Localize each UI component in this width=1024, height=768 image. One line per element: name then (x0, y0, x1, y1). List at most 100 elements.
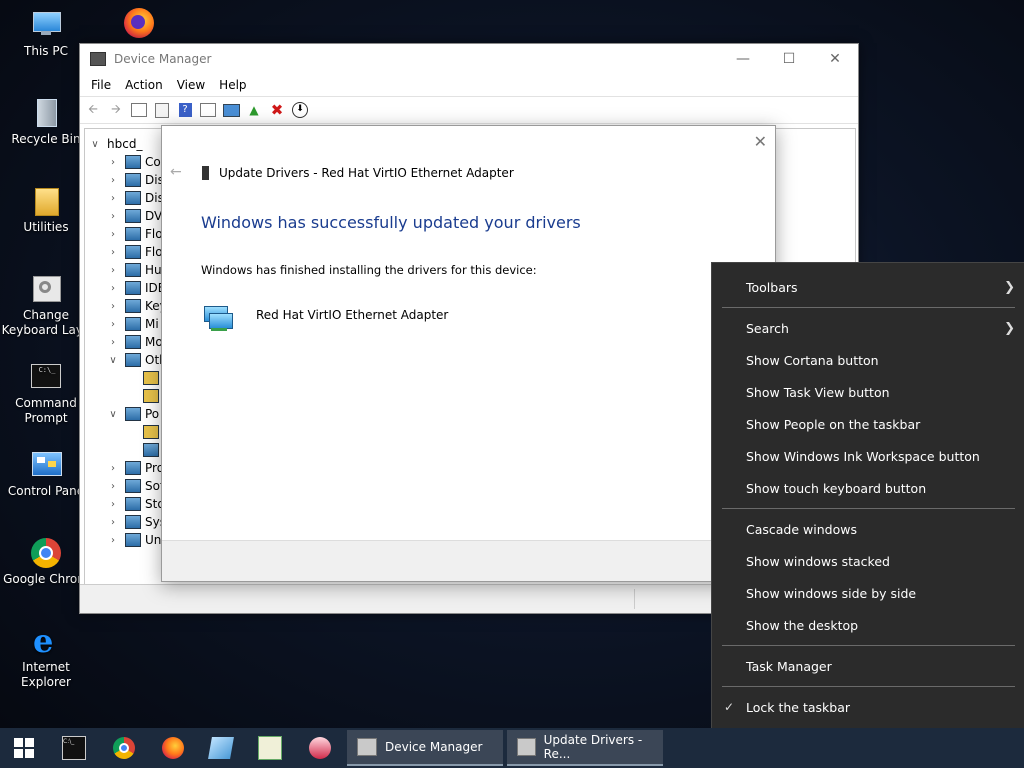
menu-view[interactable]: View (170, 78, 212, 92)
update-driver-icon[interactable]: ▲ (245, 101, 263, 119)
properties-icon[interactable] (153, 101, 171, 119)
start-button[interactable] (0, 728, 48, 768)
menu-item-show-touch-keyboard-button[interactable]: Show touch keyboard button (712, 472, 1024, 504)
chevron-icon[interactable]: › (107, 193, 119, 204)
taskbar-app-4[interactable] (197, 728, 245, 768)
taskbar-app-6[interactable] (296, 728, 344, 768)
tree-item[interactable]: › Mi (107, 315, 159, 333)
taskbar-chrome[interactable] (100, 728, 148, 768)
menu-item-show-windows-stacked[interactable]: Show windows stacked (712, 545, 1024, 577)
tree-item[interactable]: › Co (107, 153, 161, 171)
uninstall-device-icon[interactable]: ✖ (268, 101, 286, 119)
menu-item-show-people-on-the-taskbar[interactable]: Show People on the taskbar (712, 408, 1024, 440)
chevron-right-icon: ❯ (1004, 320, 1015, 336)
chevron-icon[interactable]: › (107, 157, 119, 168)
menu-help[interactable]: Help (212, 78, 253, 92)
menu-item-show-task-view-button[interactable]: Show Task View button (712, 376, 1024, 408)
tree-item[interactable]: › Hu (107, 261, 162, 279)
show-hide-tree-icon[interactable] (130, 101, 148, 119)
tree-item[interactable]: › Flo (107, 243, 163, 261)
menu-item-task-manager[interactable]: Task Manager (712, 650, 1024, 682)
tree-item[interactable] (125, 369, 163, 387)
minimize-button[interactable]: — (720, 44, 766, 74)
tree-item[interactable]: › Dis (107, 171, 164, 189)
menu-item-search[interactable]: Search ❯ (712, 312, 1024, 344)
chevron-icon[interactable]: › (107, 517, 119, 528)
chevron-icon[interactable]: › (107, 481, 119, 492)
taskbar-cmd[interactable]: C:\_ (50, 728, 98, 768)
chevron-icon[interactable]: › (107, 319, 119, 330)
enable-device-icon[interactable]: ⬇ (291, 101, 309, 119)
maximize-button[interactable]: ☐ (766, 44, 812, 74)
chevron-icon[interactable]: › (107, 229, 119, 240)
tree-item[interactable] (125, 441, 163, 459)
chevron-icon[interactable]: ∨ (107, 355, 119, 366)
tree-item[interactable]: ∨ Po (107, 405, 159, 423)
tree-root[interactable]: ∨ hbcd_ (89, 135, 142, 153)
menu-item-label: Toolbars (746, 279, 798, 295)
tree-item[interactable]: › Pro (107, 459, 164, 477)
desktop-icon-internet-explorer[interactable]: e Internet Explorer (0, 624, 92, 690)
close-icon[interactable]: ✕ (754, 132, 767, 151)
desktop-icon-firefox[interactable] (93, 6, 185, 42)
tree-item[interactable]: › Uni (107, 531, 165, 549)
tree-item[interactable]: › Key (107, 297, 167, 315)
menu-file[interactable]: File (84, 78, 118, 92)
tree-item[interactable]: › Dis (107, 189, 164, 207)
menu-item-show-windows-ink-workspace-button[interactable]: Show Windows Ink Workspace button (712, 440, 1024, 472)
view-icon[interactable] (199, 101, 217, 119)
chevron-icon[interactable]: › (107, 283, 119, 294)
device-category-icon (125, 281, 141, 295)
chevron-icon[interactable]: › (107, 499, 119, 510)
chevron-icon[interactable]: ∨ (107, 409, 119, 420)
tree-item[interactable]: › DV (107, 207, 162, 225)
tree-item-label: DV (145, 209, 163, 223)
chevron-icon[interactable]: › (107, 337, 119, 348)
menu-item-show-the-desktop[interactable]: Show the desktop (712, 609, 1024, 641)
title-bar[interactable]: Device Manager — ☐ ✕ (80, 44, 858, 74)
warning-device-icon (143, 389, 159, 403)
taskbar-firefox[interactable] (149, 728, 197, 768)
menu-item-toolbars[interactable]: Toolbars ❯ (712, 271, 1024, 303)
tree-item[interactable] (125, 423, 163, 441)
menu-item-show-cortana-button[interactable]: Show Cortana button (712, 344, 1024, 376)
menu-item-label: Show Task View button (746, 384, 890, 400)
chevron-icon[interactable]: › (107, 211, 119, 222)
taskbar-window-device-manager[interactable]: Device Manager (347, 730, 503, 766)
tree-item[interactable]: › Sys (107, 513, 166, 531)
update-drivers-dialog[interactable]: ✕ ← Update Drivers - Red Hat VirtIO Ethe… (161, 125, 776, 582)
checkmark-icon: ✓ (724, 700, 735, 714)
taskbar-window-update-drivers[interactable]: Update Drivers - Re... (507, 730, 663, 766)
chevron-icon[interactable]: › (107, 265, 119, 276)
taskbar-app-5[interactable] (246, 728, 294, 768)
tree-item-label: Flo (145, 227, 163, 241)
tree-item[interactable]: › Sof (107, 477, 164, 495)
forward-arrow-icon[interactable]: 🡪 (107, 101, 125, 119)
tree-item[interactable]: ∨ Oth (107, 351, 167, 369)
menu-action[interactable]: Action (118, 78, 170, 92)
menu-item-show-windows-side-by-side[interactable]: Show windows side by side (712, 577, 1024, 609)
help-icon[interactable]: ? (176, 101, 194, 119)
tree-item[interactable]: › Sto (107, 495, 165, 513)
chevron-icon[interactable]: › (107, 463, 119, 474)
tree-item[interactable]: › Flo (107, 225, 163, 243)
chevron-icon[interactable]: ∨ (89, 139, 101, 150)
menu-item-label: Show touch keyboard button (746, 480, 927, 496)
scan-hardware-icon[interactable] (222, 101, 240, 119)
chevron-icon[interactable]: › (107, 535, 119, 546)
menu-item-cascade-windows[interactable]: Cascade windows (712, 513, 1024, 545)
chevron-icon[interactable]: › (107, 301, 119, 312)
menu-item-lock-the-taskbar[interactable]: ✓ Lock the taskbar (712, 691, 1024, 723)
tree-item[interactable]: › IDE (107, 279, 165, 297)
close-button[interactable]: ✕ (812, 44, 858, 74)
cmd-icon: C:\_ (62, 736, 86, 760)
chevron-icon[interactable]: › (107, 175, 119, 186)
windows-logo-icon (14, 738, 34, 758)
monitor-icon (29, 8, 63, 42)
menu-separator (722, 508, 1015, 509)
chevron-icon[interactable]: › (107, 247, 119, 258)
tree-item[interactable]: › Mo (107, 333, 163, 351)
back-arrow-icon[interactable]: 🡨 (84, 101, 102, 119)
back-arrow-icon[interactable]: ← (170, 164, 182, 180)
tree-item[interactable] (125, 387, 163, 405)
